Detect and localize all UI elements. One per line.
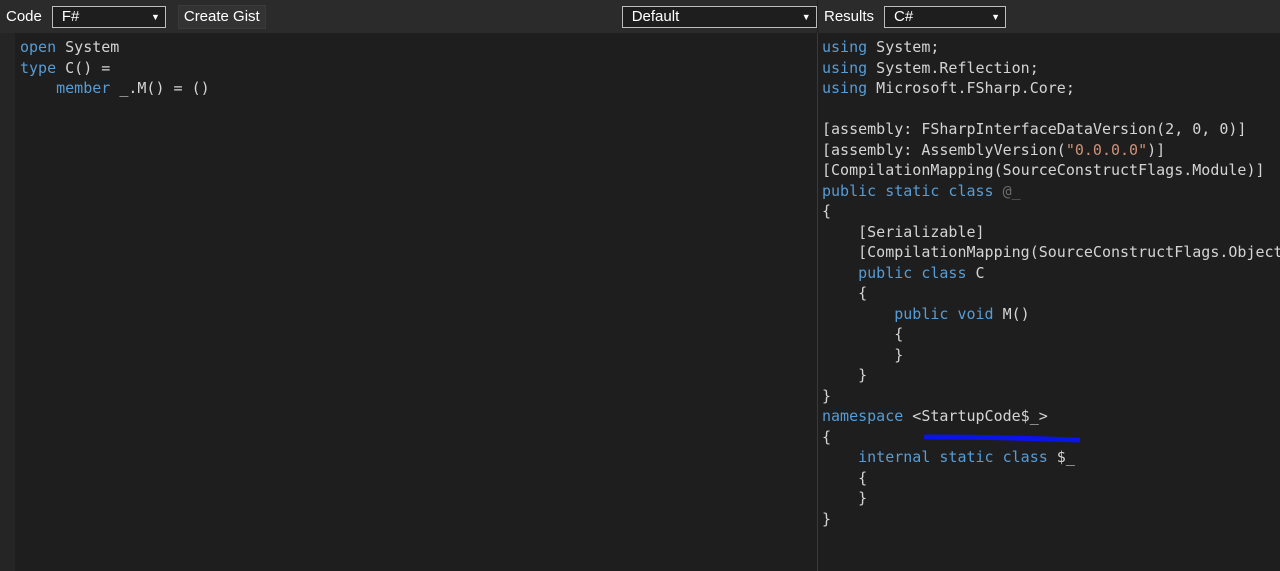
- result-line: internal static class $_: [822, 447, 1280, 468]
- result-line: }: [822, 488, 1280, 509]
- mode-select[interactable]: Default ▼: [621, 5, 817, 28]
- language-select[interactable]: F# ▼: [51, 5, 166, 28]
- result-line: using System.Reflection;: [822, 58, 1280, 79]
- code-token: "0.0.0.0": [1065, 140, 1148, 159]
- code-token: }: [822, 386, 832, 405]
- result-line: }: [822, 345, 1280, 366]
- code-line: member _.M() = (): [20, 78, 817, 99]
- code-token: }: [822, 345, 904, 364]
- results-editor[interactable]: using System; using System.Reflection; usi…: [822, 37, 1280, 529]
- code-line: open System: [20, 37, 817, 58]
- code-token: open: [20, 38, 57, 56]
- code-token: using: [822, 79, 868, 97]
- result-line: {: [822, 283, 1280, 304]
- result-line: [822, 99, 1280, 120]
- code-label: Code: [6, 8, 42, 25]
- result-line: [CompilationMapping(SourceConstructFlags…: [822, 160, 1280, 181]
- editor-gutter: [0, 33, 15, 571]
- code-token: public static class: [822, 181, 994, 200]
- code-token: {: [822, 325, 904, 343]
- code-token: $_: [1047, 448, 1075, 466]
- code-token: internal static class: [858, 448, 1048, 466]
- result-line: [assembly: AssemblyVersion("0.0.0.0")]: [822, 140, 1280, 161]
- dropdown-arrow-icon: ▼: [991, 11, 1001, 22]
- sharplab-window: Code F# ▼ Create Gist Default ▼ Results …: [0, 0, 1280, 571]
- code-token: [assembly: FSharpInterfaceDataVersion(2,…: [822, 120, 1247, 138]
- results-toolbar: Results C# ▼: [818, 0, 1280, 33]
- code-token: [CompilationMapping(SourceConstructFlags…: [822, 161, 1265, 179]
- result-line: [Serializable]: [822, 222, 1280, 243]
- code-editor-pane[interactable]: open System type C() = member _.M() = (): [0, 33, 817, 571]
- code-token: }: [822, 509, 832, 528]
- dropdown-arrow-icon: ▼: [150, 11, 160, 22]
- code-toolbar: Code F# ▼ Create Gist Default ▼: [0, 0, 817, 33]
- code-token: {: [822, 468, 868, 487]
- result-line: {: [822, 201, 1280, 222]
- code-token: using: [822, 38, 868, 56]
- dropdown-arrow-icon: ▼: [801, 11, 811, 22]
- code-token: System: [56, 38, 120, 56]
- code-line: type C() =: [20, 58, 817, 79]
- language-select-value: F#: [61, 7, 80, 25]
- code-token: namespace: [822, 407, 904, 425]
- result-line: {: [822, 468, 1280, 489]
- code-token: type: [20, 58, 57, 77]
- code-token: {: [822, 427, 832, 446]
- output-language-value: C#: [894, 7, 914, 25]
- results-label: Results: [824, 8, 875, 25]
- code-token: C() =: [56, 58, 111, 77]
- result-line: }: [822, 386, 1280, 407]
- result-line: {: [822, 324, 1280, 345]
- result-line: }: [822, 365, 1280, 386]
- output-language-select[interactable]: C# ▼: [884, 5, 1007, 28]
- code-token: <StartupCode$_>: [903, 407, 1048, 425]
- result-line: public void M(): [822, 304, 1280, 325]
- code-token: member: [56, 79, 111, 97]
- code-token: C: [966, 263, 985, 282]
- code-token: System;: [867, 38, 940, 56]
- results-pane[interactable]: using System; using System.Reflection; usi…: [818, 33, 1280, 571]
- code-token: [assembly: AssemblyVersion(: [822, 140, 1066, 159]
- code-token: {: [822, 284, 868, 302]
- code-token: Microsoft.FSharp.Core;: [867, 79, 1075, 97]
- code-token: _.M() = (): [110, 79, 210, 97]
- code-token: )]: [1147, 140, 1166, 159]
- code-token: @_: [1002, 181, 1021, 200]
- code-token: System.Reflection;: [867, 58, 1039, 77]
- code-token: }: [822, 366, 868, 384]
- code-token: [Serializable]: [822, 222, 985, 241]
- blue-underline-annotation: [924, 434, 1080, 443]
- create-gist-button[interactable]: Create Gist: [177, 4, 266, 29]
- result-line: [CompilationMapping(SourceConstructFlags…: [822, 242, 1280, 263]
- result-line: using Microsoft.FSharp.Core;: [822, 78, 1280, 99]
- mode-select-value: Default: [631, 7, 680, 25]
- code-token: public void: [894, 304, 994, 323]
- result-line: }: [822, 509, 1280, 530]
- code-token: M(): [993, 304, 1030, 323]
- result-line: namespace <StartupCode$_>: [822, 406, 1280, 427]
- code-token: {: [822, 202, 832, 220]
- code-token: using: [822, 58, 868, 77]
- code-token: }: [822, 489, 868, 507]
- code-editor[interactable]: open System type C() = member _.M() = (): [20, 37, 817, 99]
- code-token: [CompilationMapping(SourceConstructFlags…: [858, 243, 1280, 261]
- code-token: public class: [858, 263, 967, 282]
- result-line: using System;: [822, 37, 1280, 58]
- result-line: public static class @_: [822, 181, 1280, 202]
- result-line: [assembly: FSharpInterfaceDataVersion(2,…: [822, 119, 1280, 140]
- result-line: public class C: [822, 263, 1280, 284]
